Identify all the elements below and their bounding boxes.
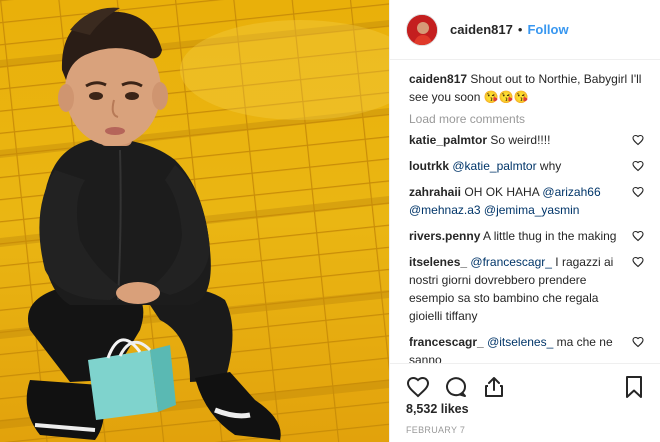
comment-like-icon[interactable] — [632, 160, 644, 172]
comment-username[interactable]: itselenes_ — [409, 255, 467, 269]
header-separator: • — [517, 22, 523, 37]
comment-text: why — [536, 159, 562, 173]
post-date[interactable]: FEBRUARY 7 — [406, 425, 465, 435]
comment-mention[interactable]: @itselenes_ — [487, 335, 553, 349]
comment-username[interactable]: katie_palmtor — [409, 133, 487, 147]
comment-item: katie_palmtor So weird!!!! — [409, 131, 644, 149]
comment-container: katie_palmtor So weird!!!! loutrkk @katie… — [409, 131, 644, 363]
comment-mention[interactable]: @francescagr_ — [470, 255, 552, 269]
comment-like-icon[interactable] — [632, 256, 644, 268]
post-header: caiden817 • Follow — [390, 0, 660, 60]
likes-count[interactable]: 8,532 likes — [406, 402, 469, 416]
bookmark-icon[interactable] — [622, 375, 646, 399]
comment-like-icon[interactable] — [632, 230, 644, 242]
comment-item: itselenes_ @francescagr_ I ragazzi ai no… — [409, 253, 644, 325]
comment-text: A little thug in the making — [483, 229, 617, 243]
comment-mention[interactable]: @arizah66 — [542, 185, 600, 199]
comment-like-icon[interactable] — [632, 186, 644, 198]
follow-button[interactable]: Follow — [527, 22, 568, 37]
comments-list[interactable]: caiden817 Shout out to Northie, Babygirl… — [390, 61, 660, 363]
comment-icon[interactable] — [444, 375, 468, 399]
post-photo-illustration — [0, 0, 389, 442]
comment-like-icon[interactable] — [632, 336, 644, 348]
comment-username[interactable]: rivers.penny — [409, 229, 480, 243]
comment-username[interactable]: francescagr_ — [409, 335, 484, 349]
load-more-comments-button[interactable]: Load more comments — [409, 112, 644, 126]
comment-item: rivers.penny A little thug in the making — [409, 227, 644, 245]
post-photo[interactable] — [0, 0, 389, 442]
comment-mention[interactable]: @katie_palmtor — [452, 159, 536, 173]
share-icon[interactable] — [482, 375, 506, 399]
header-username[interactable]: caiden817 — [450, 22, 513, 37]
comment-text: OH OK HAHA — [464, 185, 543, 199]
comment-username[interactable]: loutrkk — [409, 159, 449, 173]
action-bar — [390, 363, 660, 401]
caption-username[interactable]: caiden817 — [409, 72, 467, 86]
comment-username[interactable]: zahrahaii — [409, 185, 461, 199]
post-sidebar: caiden817 • Follow caiden817 Shout out t… — [389, 0, 660, 442]
comment-mention[interactable]: @jemima_yasmin — [484, 203, 580, 217]
avatar-image — [407, 14, 437, 45]
heart-icon[interactable] — [406, 375, 430, 399]
comment-mention[interactable]: @mehnaz.a3 — [409, 203, 481, 217]
comment-text: So weird!!!! — [490, 133, 551, 147]
comment-like-icon[interactable] — [632, 134, 644, 146]
comment-item: zahrahaii OH OK HAHA @arizah66 @mehnaz.a… — [409, 183, 644, 219]
post-caption: caiden817 Shout out to Northie, Babygirl… — [409, 70, 644, 106]
comment-item: francescagr_ @itselenes_ ma che ne sanno — [409, 333, 644, 363]
avatar[interactable] — [406, 13, 438, 46]
comment-item: loutrkk @katie_palmtor why — [409, 157, 644, 175]
